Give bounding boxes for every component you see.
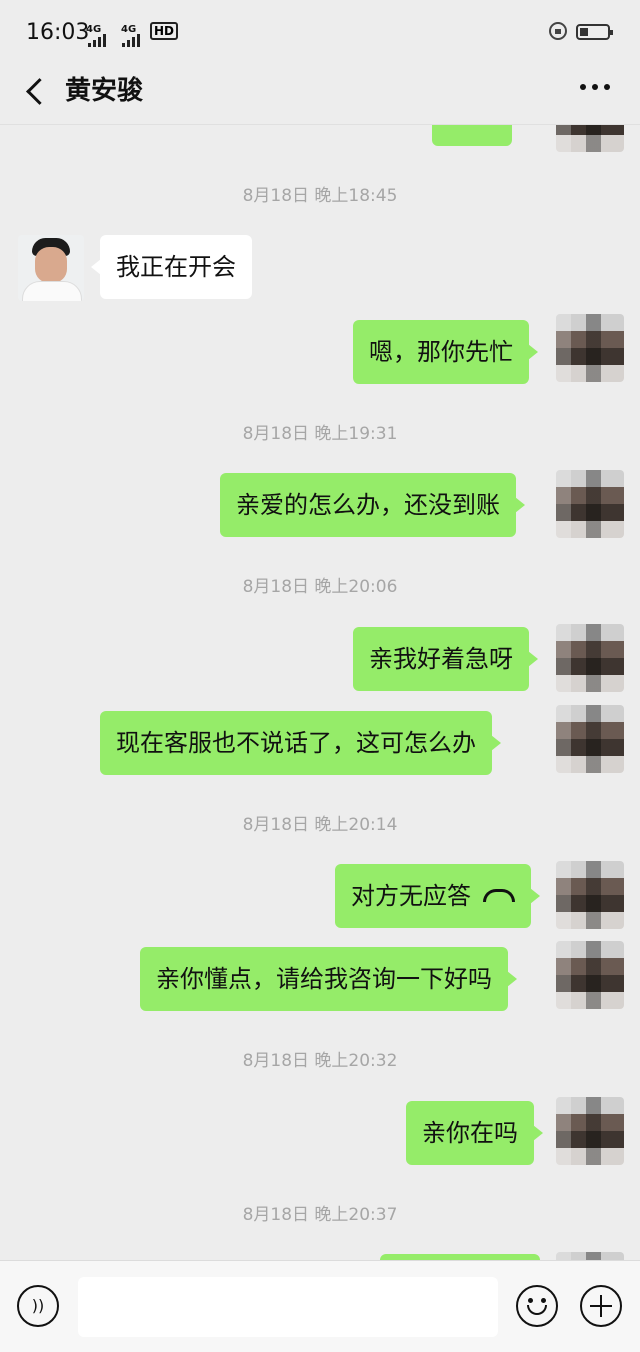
status-bar: 16:03 4G 4G HD — [0, 0, 640, 62]
plus-icon[interactable] — [580, 1285, 622, 1327]
chat-header: 黄安骏 — [0, 62, 640, 125]
my-avatar[interactable] — [556, 1252, 624, 1260]
signal-icon-2 — [122, 34, 140, 47]
message-bubble-outgoing[interactable]: 亲你在吗 — [406, 1101, 543, 1165]
voice-icon[interactable]: )) — [17, 1285, 59, 1327]
rotation-lock-icon — [549, 22, 567, 40]
timestamp: 8月18日 晚上20:14 — [242, 815, 398, 835]
timestamp: 8月18日 晚上20:37 — [242, 1205, 398, 1225]
message-input[interactable] — [78, 1277, 498, 1337]
my-avatar[interactable] — [556, 314, 624, 382]
status-time: 16:03 — [26, 20, 90, 45]
my-avatar[interactable] — [556, 941, 624, 1009]
message-bubble-outgoing[interactable]: 在吗 — [432, 124, 512, 146]
input-bar: )) — [0, 1260, 640, 1352]
more-options-icon[interactable] — [580, 84, 610, 90]
signal-icon-1 — [88, 34, 106, 47]
call-record-bubble[interactable]: 对方无应答 — [335, 864, 540, 928]
my-avatar[interactable] — [556, 1097, 624, 1165]
timestamp: 8月18日 晚上19:31 — [242, 424, 398, 444]
my-avatar[interactable] — [556, 861, 624, 929]
battery-icon — [576, 24, 613, 40]
emoji-icon[interactable] — [516, 1285, 558, 1327]
message-bubble-incoming[interactable]: 我正在开会 — [91, 235, 252, 299]
message-bubble-outgoing[interactable]: 亲我好着急呀 — [353, 627, 538, 691]
back-icon[interactable] — [22, 76, 52, 106]
my-avatar[interactable] — [556, 624, 624, 692]
contact-avatar[interactable] — [18, 235, 84, 301]
message-bubble-outgoing[interactable]: 嗯，那你先忙 — [353, 320, 538, 384]
timestamp: 8月18日 晚上18:45 — [242, 186, 398, 206]
hang-up-icon — [483, 888, 515, 902]
hd-badge: HD — [150, 22, 179, 40]
contact-name: 黄安骏 — [65, 76, 144, 106]
chat-area[interactable]: 在吗 8月18日 晚上18:45 我正在开会 嗯，那你先忙 8月18日 晚上19… — [0, 124, 640, 1260]
timestamp: 8月18日 晚上20:06 — [242, 577, 398, 597]
my-avatar[interactable] — [556, 705, 624, 773]
my-avatar[interactable] — [556, 124, 624, 152]
my-avatar[interactable] — [556, 470, 624, 538]
timestamp: 8月18日 晚上20:32 — [242, 1051, 398, 1071]
call-record-text: 对方无应答 — [351, 882, 471, 910]
message-bubble-outgoing[interactable]: 亲你懂点，请给我咨询一下好吗 — [140, 947, 517, 1011]
message-bubble-outgoing[interactable]: 现在客服也不说话了，这可怎么办 — [100, 711, 501, 775]
message-bubble-outgoing[interactable]: 亲爱的怎么办，还没到账 — [220, 473, 525, 537]
